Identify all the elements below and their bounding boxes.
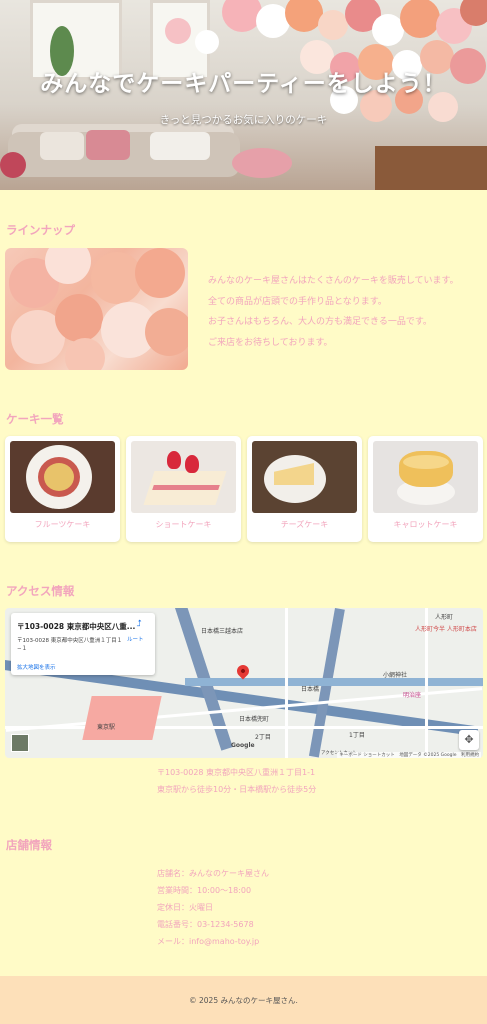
station-area: [82, 696, 162, 740]
map-place-label: 2丁目: [255, 734, 271, 741]
balloon: [318, 10, 348, 40]
map-place-label: 明治座: [403, 692, 422, 699]
balloon: [195, 30, 219, 54]
side-table: [375, 146, 487, 190]
lineup-line: 全ての商品が店頭での手作り品となります。: [208, 296, 387, 307]
cake-card-carrot[interactable]: キャロットケーキ: [368, 436, 483, 542]
lineup-heading: ラインナップ: [6, 223, 75, 237]
map-card-title: 〒103-0028 東京都中央区八重...: [17, 622, 136, 631]
pillow: [86, 130, 130, 160]
copyright: © 2025 みんなのケーキ屋さん.: [189, 996, 298, 1005]
footer: © 2025 みんなのケーキ屋さん.: [0, 976, 487, 1024]
carrot-cake-image: [373, 441, 478, 513]
access-directions: 東京駅から徒歩10分・日本橋駅から徒歩5分: [157, 784, 317, 794]
cake-card-list: フルーツケーキ ショートケーキ チーズケーキ キャロットケーキ: [5, 436, 483, 542]
map-place-label: 1丁目: [349, 732, 365, 739]
flower-bouquet: [0, 152, 26, 178]
access-details: 〒103-0028 東京都中央区八重洲１丁目1-1 東京駅から徒歩10分・日本橋…: [157, 765, 316, 798]
street: [5, 726, 483, 729]
pillow: [150, 132, 210, 160]
lineup-line: お子さんはもちろん、大人の方も満足できる一品です。: [208, 317, 432, 327]
store-email: メール：info@maho-toy.jp: [157, 937, 260, 946]
balloon: [145, 308, 188, 356]
balloon: [65, 338, 105, 370]
cake-card-short[interactable]: ショートケーキ: [126, 436, 241, 542]
store-closed-day: 定休日：火曜日: [157, 903, 213, 912]
balloon: [165, 18, 191, 44]
cake-card-cheese[interactable]: チーズケーキ: [247, 436, 362, 542]
fruit-cake-image: [10, 441, 115, 513]
hero-banner: みんなでケーキパーティーをしよう！ きっと見つかるお気に入りのケーキ: [0, 0, 487, 190]
hero-subtitle: きっと見つかるお気に入りのケーキ: [159, 114, 328, 126]
google-logo: Google: [231, 742, 255, 749]
view-larger-map-link[interactable]: 拡大地図を表示: [17, 663, 56, 671]
pillow: [40, 132, 84, 160]
location-pin-icon[interactable]: [234, 662, 252, 680]
store-name: 店舗名：みんなのケーキ屋さん: [157, 869, 269, 878]
balloon: [55, 294, 103, 342]
access-heading: アクセス情報: [6, 584, 75, 598]
satellite-toggle[interactable]: [11, 734, 29, 752]
balloon: [135, 248, 185, 298]
cake-list-heading: ケーキ一覧: [6, 412, 64, 426]
map-info-card: 〒103-0028 東京都中央区八重... 〒103-0028 東京都中央区八重…: [11, 613, 155, 675]
map-place-label: 日本橋: [301, 686, 320, 693]
lineup-line: みんなのケーキ屋さんはたくさんのケーキを販売しています。: [208, 276, 459, 286]
store-info-heading: 店舗情報: [6, 838, 52, 852]
google-map[interactable]: 日本橋三越本店 日本橋 人形町 日本橋兜町 小網神社 東京駅 人形町今半 人形町…: [5, 608, 483, 758]
map-attribution[interactable]: キーボード ショートカット 地図データ ©2025 Google 利用規約: [337, 752, 481, 758]
lineup-balloon-image: [5, 248, 188, 370]
street: [285, 608, 288, 758]
cheese-cake-image: [252, 441, 357, 513]
balloon: [400, 0, 440, 38]
river: [185, 678, 483, 686]
map-place-label: 小網神社: [383, 672, 408, 679]
map-place-label: 東京駅: [97, 724, 116, 731]
map-place-label: 日本橋三越本店: [201, 628, 244, 635]
map-place-label: 人形町今半 人形町本店: [415, 626, 477, 633]
cake-card-label: チーズケーキ: [280, 520, 329, 529]
directions-icon[interactable]: ⮥: [131, 619, 147, 629]
hero-title: みんなでケーキパーティーをしよう！: [40, 71, 447, 97]
store-hours: 営業時間：10:00〜18:00: [157, 886, 252, 895]
cake-card-label: ショートケーキ: [155, 520, 212, 529]
access-address: 〒103-0028 東京都中央区八重洲１丁目1-1: [157, 768, 316, 777]
directions-label[interactable]: ルート: [127, 635, 144, 643]
lineup-description: みんなのケーキ屋さんはたくさんのケーキを販売しています。 全ての商品が店頭での手…: [208, 271, 480, 353]
map-place-label: 日本橋兜町: [239, 716, 270, 723]
map-place-label: 人形町: [435, 614, 454, 621]
cake-card-label: フルーツケーキ: [34, 520, 91, 529]
cake-card-label: キャロットケーキ: [393, 520, 458, 529]
map-pan-icon[interactable]: ✥: [459, 730, 479, 750]
flower-bouquet: [232, 148, 292, 178]
short-cake-image: [131, 441, 236, 513]
lineup-line: ご来店をお待ちしております。: [208, 337, 333, 348]
map-card-address: 〒103-0028 東京都中央区八重洲１丁目１−１: [17, 638, 123, 652]
store-info-details: 店舗名：みんなのケーキ屋さん 営業時間：10:00〜18:00 定休日：火曜日 …: [157, 865, 269, 950]
store-phone: 電話番号：03-1234-5678: [157, 920, 254, 929]
cake-card-fruit[interactable]: フルーツケーキ: [5, 436, 120, 542]
